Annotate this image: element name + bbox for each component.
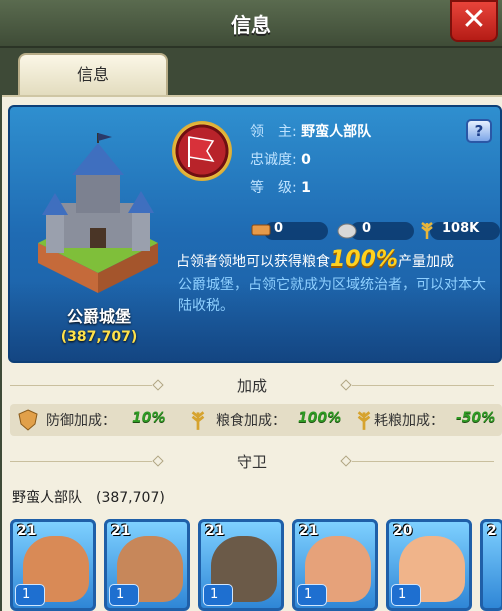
troop-count: 1 <box>109 584 139 606</box>
troop-card[interactable]: 21 1 <box>10 519 96 611</box>
stone-icon <box>337 223 357 239</box>
food-bonus-value: 100% <box>298 410 342 426</box>
resource-wheat: 108K <box>416 219 500 241</box>
troop-count: 1 <box>297 584 327 606</box>
close-icon: ✕ <box>461 2 487 37</box>
troop-level: 21 <box>111 523 131 539</box>
troop-card[interactable]: 21 1 <box>198 519 284 611</box>
troop-card[interactable]: 2 <box>480 519 502 611</box>
troop-level: 21 <box>205 523 225 539</box>
bonus-section-header: 加成 <box>2 375 502 397</box>
divider <box>352 461 494 462</box>
bonus-percent: 100% <box>330 247 398 272</box>
wheat-icon <box>191 411 205 430</box>
shield-icon <box>18 409 38 431</box>
troop-count: 1 <box>15 584 45 606</box>
flag-icon <box>188 136 215 167</box>
divider <box>352 385 494 386</box>
guard-troop-title: 野蛮人部队 (387,707) <box>12 490 165 506</box>
defense-bonus-value: 10% <box>132 410 166 426</box>
occupy-bonus-line: 占领者领地可以获得粮食100%产量加成 <box>176 247 454 272</box>
resource-bar <box>350 222 414 240</box>
castle-name: 公爵城堡 <box>66 307 131 326</box>
consumption-bonus-value: -50% <box>456 410 496 426</box>
loyalty-label: 忠诚度: <box>250 152 297 168</box>
troop-level: 21 <box>17 523 37 539</box>
title-bar: 信息 ✕ <box>0 0 502 48</box>
castle-image <box>38 133 158 293</box>
loyalty-row: 忠诚度: 0 <box>250 149 311 169</box>
level-value: 1 <box>301 180 311 196</box>
bonus-suffix: 产量加成 <box>397 254 454 270</box>
page-title: 信息 <box>231 13 271 37</box>
troop-level: 2 <box>487 523 497 539</box>
consumption-bonus-label: 耗粮加成： <box>374 413 444 429</box>
loyalty-value: 0 <box>301 152 311 168</box>
troop-count: 1 <box>391 584 421 606</box>
question-icon: ? <box>474 122 484 140</box>
troop-level: 20 <box>393 523 413 539</box>
troop-count: 1 <box>203 584 233 606</box>
castle-description: 公爵城堡，占领它就成为区域统治者，可以对本大陆收税。 <box>178 277 486 314</box>
castle-power: (387,707) <box>60 329 138 345</box>
lord-row: 领 主: 野蛮人部队 <box>250 121 371 141</box>
resource-stone: 0 <box>336 219 416 241</box>
lord-value: 野蛮人部队 <box>301 124 372 140</box>
level-label: 等 级: <box>250 180 297 196</box>
guard-section-header: 守卫 <box>2 451 502 473</box>
resource-value: 108K <box>442 221 480 236</box>
bonus-bar: 防御加成： 10% 粮食加成： 100% 耗粮加成： -50% <box>10 404 502 436</box>
tab-info[interactable]: 信息 <box>18 53 168 95</box>
defense-bonus-label: 防御加成： <box>46 413 116 429</box>
level-row: 等 级: 1 <box>250 177 311 197</box>
info-panel: 公爵城堡 (387,707) 领 主: 野蛮人部队 忠诚度: 0 等 级: 1 … <box>2 95 502 611</box>
troop-card[interactable]: 21 1 <box>292 519 378 611</box>
bonus-prefix: 占领者领地可以获得粮食 <box>176 254 330 270</box>
troop-list: 21 1 21 1 21 1 21 1 20 1 2 <box>2 515 502 611</box>
help-button[interactable]: ? <box>466 119 492 143</box>
resource-value: 0 <box>274 221 284 236</box>
food-bonus-label: 粮食加成： <box>216 413 286 429</box>
resource-brick: 0 <box>250 219 330 241</box>
troop-level: 21 <box>299 523 319 539</box>
troop-card[interactable]: 20 1 <box>386 519 472 611</box>
brick-icon <box>251 224 271 236</box>
close-button[interactable]: ✕ <box>450 0 498 42</box>
wheat-icon <box>421 222 433 239</box>
wheat-icon <box>357 411 371 430</box>
troop-card[interactable]: 21 1 <box>104 519 190 611</box>
resource-value: 0 <box>362 221 372 236</box>
lord-emblem <box>172 121 232 181</box>
castle-info-card: 公爵城堡 (387,707) 领 主: 野蛮人部队 忠诚度: 0 等 级: 1 … <box>8 105 502 363</box>
lord-label: 领 主: <box>250 124 297 140</box>
